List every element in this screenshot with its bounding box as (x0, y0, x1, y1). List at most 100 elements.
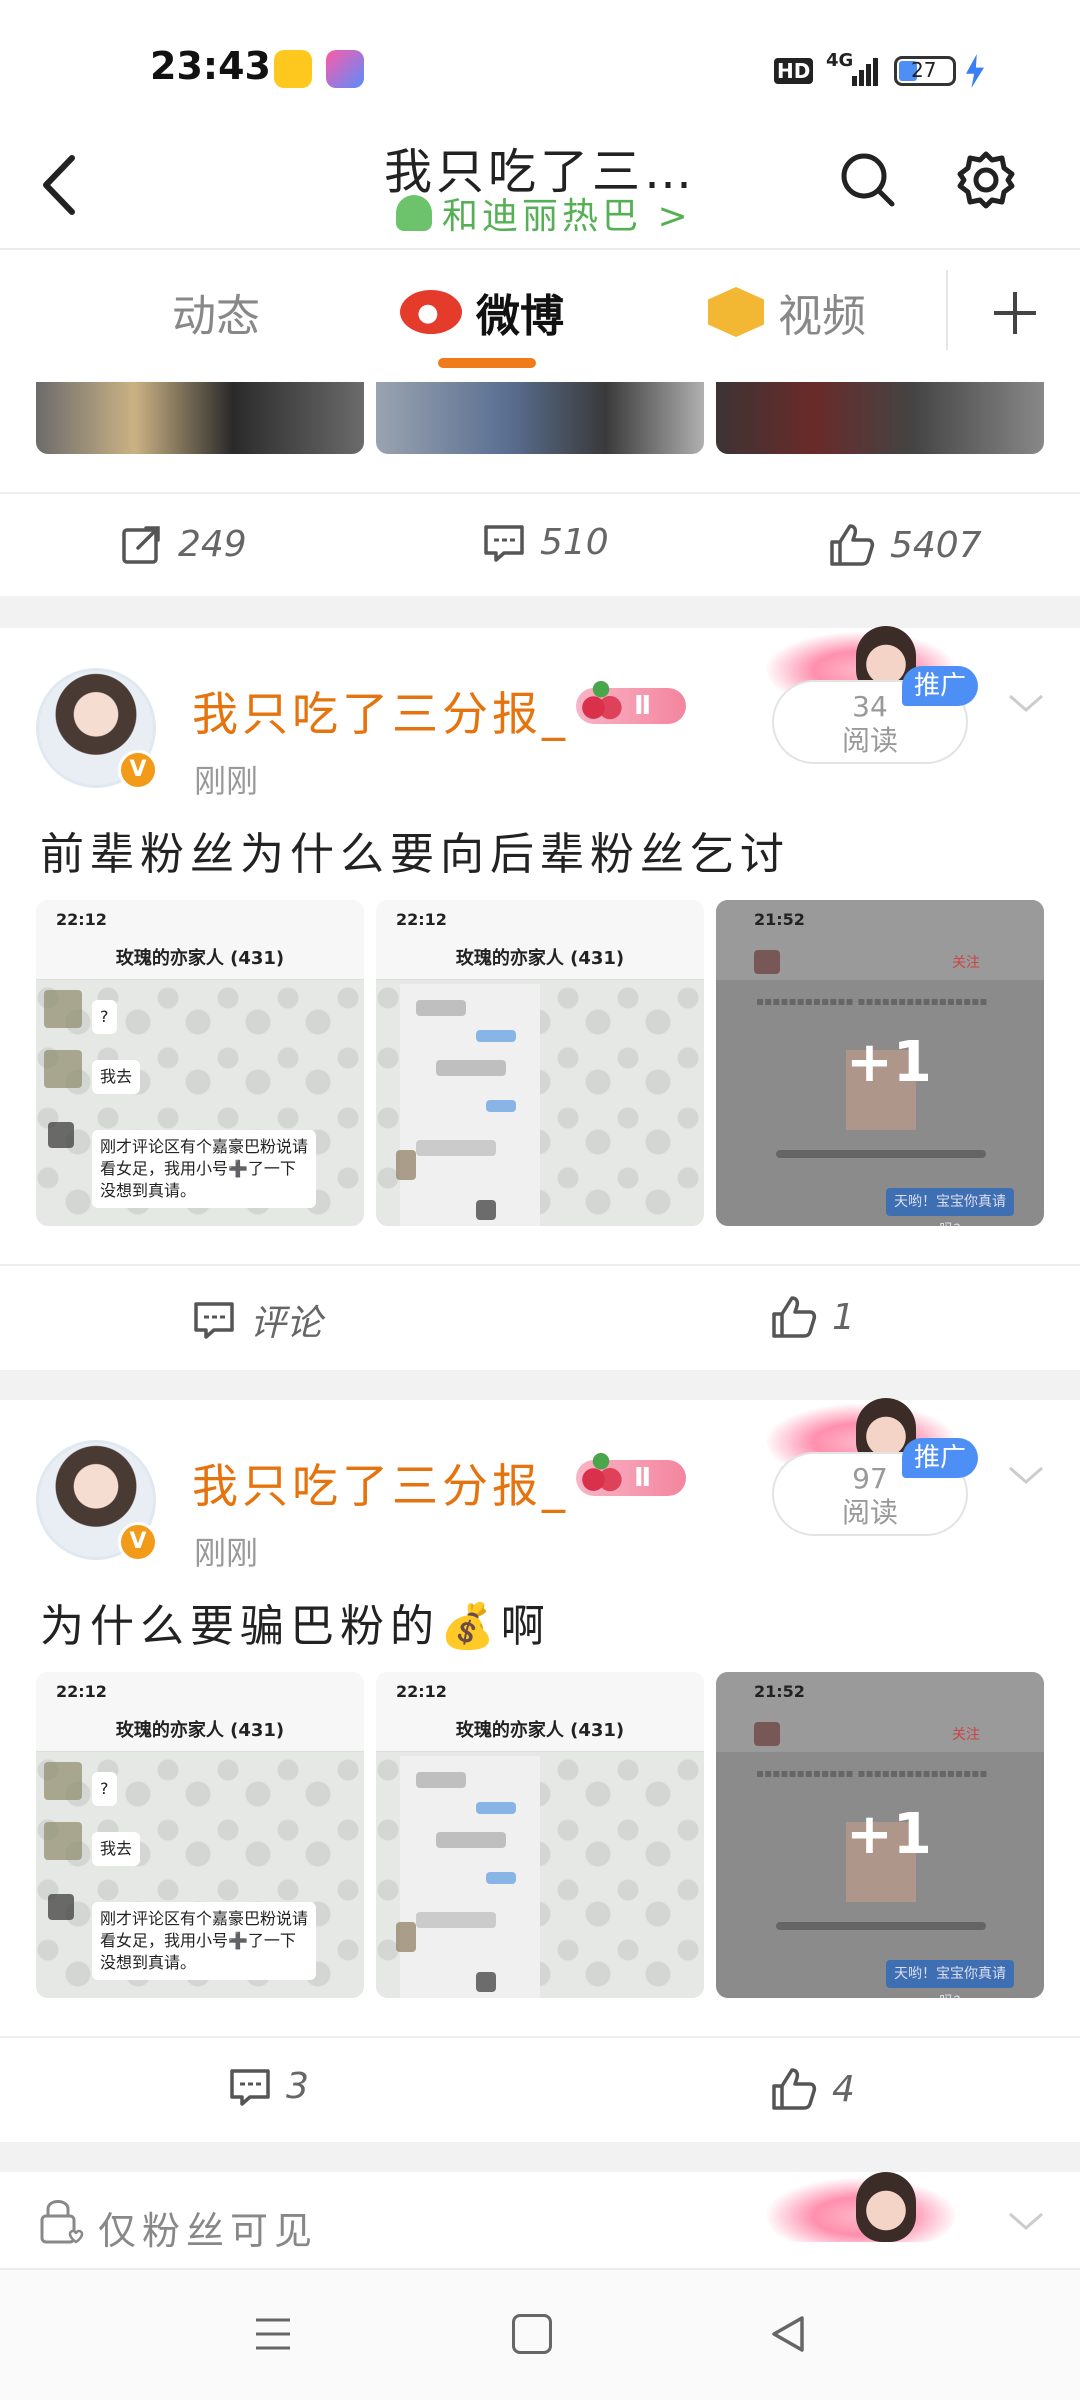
like-button[interactable]: 5407 (828, 522, 982, 568)
post-text: 为什么要骗巴粉的💰啊 (40, 1601, 551, 1652)
comment-button[interactable]: 510 (482, 522, 609, 563)
comment-icon (484, 524, 524, 562)
image-thumbnail[interactable]: 21:52 关注 ▪▪▪▪▪▪▪▪▪▪▪▪ ▪▪▪▪▪▪▪▪▪▪▪▪▪▪▪▪ +… (716, 900, 1044, 1226)
comment-button[interactable]: 3 (228, 2066, 309, 2107)
thumbs-up-icon (830, 524, 875, 566)
tab-dynamics[interactable]: 动态 (172, 280, 260, 344)
signal-icon (852, 58, 878, 86)
tab-label: 微博 (476, 291, 564, 342)
tab-video[interactable]: 视频 (708, 280, 866, 344)
post-action-bar: 3 4 (0, 2036, 1080, 2136)
chevron-down-icon[interactable] (1006, 684, 1046, 724)
star-app-icon (326, 50, 364, 88)
chat-bubble: 我去 (92, 1832, 141, 1866)
post-action-bar: 249 510 5407 (0, 492, 1080, 592)
tab-label: 动态 (172, 291, 260, 342)
screenshot-notice: ▪▪▪▪▪▪▪▪▪▪▪▪ ▪▪▪▪▪▪▪▪▪▪▪▪▪▪▪▪ (756, 1766, 988, 1780)
fans-only-label: 仅粉丝可见 (98, 2209, 319, 2253)
tab-label: 视频 (778, 291, 866, 342)
screenshot-title: 玫瑰的亦家人 (431) (455, 948, 625, 969)
settings-gear-icon[interactable] (956, 150, 1016, 210)
supertopic-link[interactable]: 和迪丽热巴 > (396, 190, 692, 237)
tab-divider (946, 270, 948, 350)
post-text: 前辈粉丝为什么要向后辈粉丝乞讨 (40, 829, 790, 880)
back-nav-icon[interactable] (768, 2314, 808, 2354)
chevron-down-icon[interactable] (1006, 2202, 1046, 2242)
screenshot-time: 22:12 (396, 910, 447, 929)
menu-icon[interactable] (254, 2316, 292, 2352)
battery-icon: 27 (894, 56, 956, 86)
weibo-logo-icon (400, 290, 462, 334)
like-button[interactable]: 4 (770, 2066, 855, 2112)
status-bar: 23:43 HD 4G 27 (0, 0, 1080, 120)
page-header: 我只吃了三… 和迪丽热巴 > (0, 120, 1080, 250)
decoration-avatar (856, 2172, 916, 2242)
screenshot-chat-button: 天哟！宝宝你真请吗? (886, 1960, 1014, 1998)
battery-level: 27 (911, 58, 937, 82)
image-thumbnail[interactable]: 22:12 玫瑰的亦家人 (431) (376, 1672, 704, 1998)
chat-bubble: 刚才评论区有个嘉豪巴粉说请看女足，我用小号➕了一下没想到真请。 (92, 1130, 316, 1208)
home-icon[interactable] (512, 2314, 552, 2354)
thumbs-up-icon (772, 1296, 817, 1338)
network-type: 4G (826, 50, 854, 71)
image-thumbnail[interactable]: 21:52 关注 ▪▪▪▪▪▪▪▪▪▪▪▪ ▪▪▪▪▪▪▪▪▪▪▪▪▪▪▪▪ +… (716, 1672, 1044, 1998)
lock-icon (40, 2200, 84, 2244)
share-count: 249 (178, 523, 247, 565)
chat-bubble: 我去 (92, 1060, 141, 1094)
screenshot-time: 21:52 (754, 1682, 805, 1701)
weibo-notify-icon (274, 50, 312, 88)
screenshot-title: 玫瑰的亦家人 (431) (115, 1720, 285, 1741)
username[interactable]: 我只吃了三分报_ (192, 678, 569, 744)
comment-button[interactable]: 评论 (192, 1294, 322, 1346)
post-time: 刚刚 (194, 762, 259, 800)
screenshot-time: 22:12 (396, 1682, 447, 1701)
comment-count: 510 (540, 522, 609, 563)
image-thumbnail[interactable]: 22:12 玫瑰的亦家人 (431) ? 我去 刚才评论区有个嘉豪巴粉说请看女足… (36, 1672, 364, 1998)
feed-post[interactable]: V 我只吃了三分报_ Ⅱ 刚刚 97 阅读 推广 为什么要骗巴粉的💰啊 22:1… (0, 1398, 1080, 2142)
section-separator (0, 2142, 1080, 2172)
image-thumbnail[interactable]: 22:12 玫瑰的亦家人 (431) (376, 900, 704, 1226)
cherry-icon (576, 1452, 626, 1498)
image-thumbnail[interactable] (36, 382, 364, 454)
level-text: Ⅱ (634, 1463, 652, 1493)
section-separator (0, 596, 1080, 628)
feed-post-fans-only[interactable]: 仅粉丝可见 (0, 2172, 1080, 2268)
follow-label: 关注 (952, 1727, 980, 1743)
username[interactable]: 我只吃了三分报_ (192, 1450, 569, 1516)
image-thumbnail[interactable] (376, 382, 704, 454)
comment-label: 评论 (250, 1303, 323, 1344)
screenshot-title: 玫瑰的亦家人 (431) (115, 948, 285, 969)
plus-one-overlay: +1 (846, 1030, 932, 1095)
screenshot-time: 21:52 (754, 910, 805, 929)
chevron-down-icon[interactable] (1006, 1456, 1046, 1496)
tab-active-indicator (438, 358, 536, 368)
image-thumbnail[interactable]: 22:12 玫瑰的亦家人 (431) ? 我去 刚才评论区有个嘉豪巴粉说请看女足… (36, 900, 364, 1226)
add-tab-icon[interactable] (990, 288, 1040, 338)
screenshot-time: 22:12 (56, 910, 107, 929)
post-time: 刚刚 (194, 1534, 259, 1572)
read-label: 阅读 (841, 724, 898, 757)
cherry-icon (576, 680, 626, 726)
search-icon[interactable] (838, 150, 898, 210)
supertopic-icon (396, 195, 432, 231)
promote-badge[interactable]: 推广 (902, 1438, 978, 1478)
promote-badge[interactable]: 推广 (902, 666, 978, 706)
comment-icon (230, 2068, 270, 2106)
comment-count: 3 (286, 2066, 309, 2107)
share-button[interactable]: 249 (120, 522, 247, 566)
screenshot-time: 22:12 (56, 1682, 107, 1701)
screenshot-title: 玫瑰的亦家人 (431) (455, 1720, 625, 1741)
verified-badge-icon: V (118, 1522, 158, 1562)
tab-weibo[interactable]: 微博 (400, 280, 564, 344)
supertopic-name: 和迪丽热巴 > (442, 196, 692, 237)
system-nav-bar (0, 2268, 1080, 2400)
video-play-icon (708, 287, 764, 337)
plus-one-overlay: +1 (846, 1802, 932, 1867)
follow-label: 关注 (952, 955, 980, 971)
screenshot-chat-button: 天哟！宝宝你真请吗? (886, 1188, 1014, 1226)
share-icon (122, 526, 160, 564)
like-button[interactable]: 1 (770, 1294, 855, 1340)
back-icon[interactable] (32, 150, 92, 220)
feed-post[interactable]: V 我只吃了三分报_ Ⅱ 刚刚 34 阅读 推广 前辈粉丝为什么要向后辈粉丝乞讨… (0, 626, 1080, 1370)
image-thumbnail[interactable] (716, 382, 1044, 454)
